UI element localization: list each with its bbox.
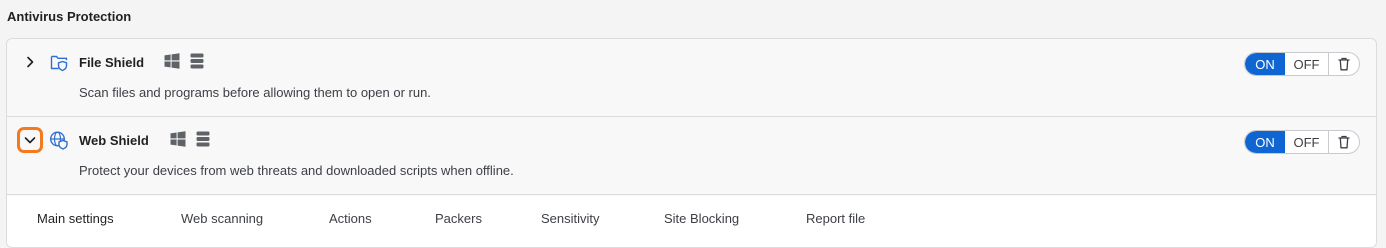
server-icon bbox=[196, 131, 210, 147]
shield-title: File Shield bbox=[79, 55, 145, 70]
windows-icon bbox=[164, 53, 180, 69]
toggle-off-button[interactable]: OFF bbox=[1285, 131, 1329, 153]
shield-toggle: ON OFF bbox=[1244, 52, 1360, 76]
globe-shield-icon bbox=[49, 131, 68, 150]
toggle-on-button[interactable]: ON bbox=[1245, 131, 1285, 153]
windows-icon bbox=[170, 131, 186, 147]
platform-icons bbox=[164, 53, 204, 69]
tab-report-file[interactable]: Report file bbox=[806, 211, 865, 226]
shield-row-web: Web Shield Protect your devices from web… bbox=[7, 117, 1376, 195]
collapse-button-web-shield[interactable] bbox=[17, 127, 43, 153]
trash-icon bbox=[1338, 57, 1350, 71]
tab-actions[interactable]: Actions bbox=[329, 211, 372, 226]
tab-web-scanning[interactable]: Web scanning bbox=[181, 211, 263, 226]
trash-icon bbox=[1338, 135, 1350, 149]
shield-title: Web Shield bbox=[79, 133, 149, 148]
section-title: Antivirus Protection bbox=[7, 9, 132, 24]
antivirus-shields-card: File Shield Scan files and programs befo… bbox=[6, 38, 1377, 248]
expand-button-file-shield[interactable] bbox=[17, 49, 43, 75]
tab-site-blocking[interactable]: Site Blocking bbox=[664, 211, 739, 226]
tab-packers[interactable]: Packers bbox=[435, 211, 482, 226]
toggle-on-button[interactable]: ON bbox=[1245, 53, 1285, 75]
chevron-down-icon bbox=[24, 137, 36, 144]
shield-row-file: File Shield Scan files and programs befo… bbox=[7, 39, 1376, 117]
file-shield-icon bbox=[50, 55, 68, 72]
tab-main-settings[interactable]: Main settings bbox=[37, 211, 114, 226]
shield-description: Protect your devices from web threats an… bbox=[79, 163, 514, 178]
platform-icons bbox=[170, 131, 210, 147]
tab-sensitivity[interactable]: Sensitivity bbox=[541, 211, 600, 226]
server-icon bbox=[190, 53, 204, 69]
delete-button[interactable] bbox=[1329, 131, 1359, 153]
delete-button[interactable] bbox=[1329, 53, 1359, 75]
toggle-off-button[interactable]: OFF bbox=[1285, 53, 1329, 75]
shield-toggle: ON OFF bbox=[1244, 130, 1360, 154]
web-shield-settings-tabs: Main settings Web scanning Actions Packe… bbox=[7, 196, 1376, 247]
chevron-right-icon bbox=[27, 56, 34, 68]
shield-description: Scan files and programs before allowing … bbox=[79, 85, 431, 100]
